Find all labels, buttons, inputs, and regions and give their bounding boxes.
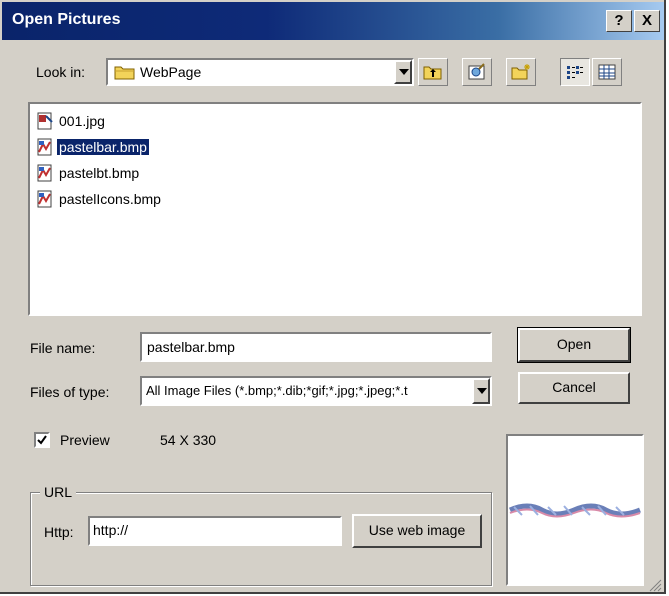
bmp-file-icon (37, 190, 52, 208)
file-name: pastelbar.bmp (56, 138, 150, 156)
bmp-file-icon (37, 164, 52, 182)
file-name-value: pastelbar.bmp (147, 339, 235, 355)
use-web-image-button[interactable]: Use web image (352, 514, 482, 548)
url-input[interactable]: http:// (88, 516, 342, 546)
up-one-level-button[interactable] (418, 58, 448, 86)
details-view-button[interactable] (592, 58, 622, 86)
jpg-file-icon (37, 112, 53, 130)
url-value: http:// (93, 522, 129, 538)
preview-pane (506, 434, 644, 586)
list-view-button[interactable] (560, 58, 590, 86)
file-name: pastelIcons.bmp (59, 191, 161, 207)
files-of-type-value: All Image Files (*.bmp;*.dib;*gif;*.jpg;… (146, 383, 408, 398)
files-of-type-label: Files of type: (30, 384, 110, 400)
open-pictures-dialog: Open Pictures ? X Look in: WebPage 001.j… (0, 0, 666, 594)
preview-thumbnail (508, 503, 641, 518)
file-list[interactable]: 001.jpg pastelbar.bmp pastelbt.bmp pastelIc… (28, 102, 642, 316)
preview-label[interactable]: Preview (60, 432, 110, 448)
file-name-input[interactable]: pastelbar.bmp (140, 332, 492, 362)
resize-grip-icon[interactable] (648, 578, 662, 592)
preview-dimensions: 54 X 330 (160, 432, 217, 448)
help-button[interactable]: ? (606, 10, 632, 32)
search-web-button[interactable] (462, 58, 492, 86)
checkmark-icon (37, 435, 47, 445)
look-in-label: Look in: (36, 64, 86, 80)
folder-icon (114, 66, 135, 80)
look-in-value: WebPage (140, 64, 202, 80)
list-item[interactable]: pastelIcons.bmp (36, 188, 163, 210)
list-item[interactable]: pastelbar.bmp (36, 136, 150, 158)
file-name: 001.jpg (59, 113, 105, 129)
look-in-dropdown[interactable]: WebPage (106, 58, 414, 86)
file-name: pastelbt.bmp (59, 165, 140, 181)
list-view-icon (567, 66, 583, 79)
close-button[interactable]: X (634, 10, 660, 32)
open-button[interactable]: Open (517, 327, 631, 363)
bmp-file-icon (37, 138, 52, 156)
new-folder-icon (511, 64, 530, 80)
file-name-label: File name: (30, 340, 96, 356)
files-of-type-dropdown[interactable]: All Image Files (*.bmp;*.dib;*gif;*.jpg;… (140, 376, 492, 406)
search-web-icon (468, 63, 485, 80)
preview-checkbox[interactable] (34, 432, 50, 448)
up-folder-icon (423, 66, 442, 80)
list-item[interactable]: pastelbt.bmp (36, 162, 141, 184)
create-new-folder-button[interactable] (506, 58, 536, 86)
url-group-label: URL (40, 484, 77, 500)
list-item[interactable]: 001.jpg (36, 110, 107, 132)
chevron-down-icon[interactable] (472, 378, 490, 404)
chevron-down-icon[interactable] (394, 60, 412, 84)
http-label: Http: (44, 524, 74, 540)
title-bar[interactable]: Open Pictures ? X (2, 2, 664, 40)
cancel-button[interactable]: Cancel (518, 372, 630, 404)
details-view-icon (598, 64, 616, 80)
window-title: Open Pictures (12, 11, 121, 28)
